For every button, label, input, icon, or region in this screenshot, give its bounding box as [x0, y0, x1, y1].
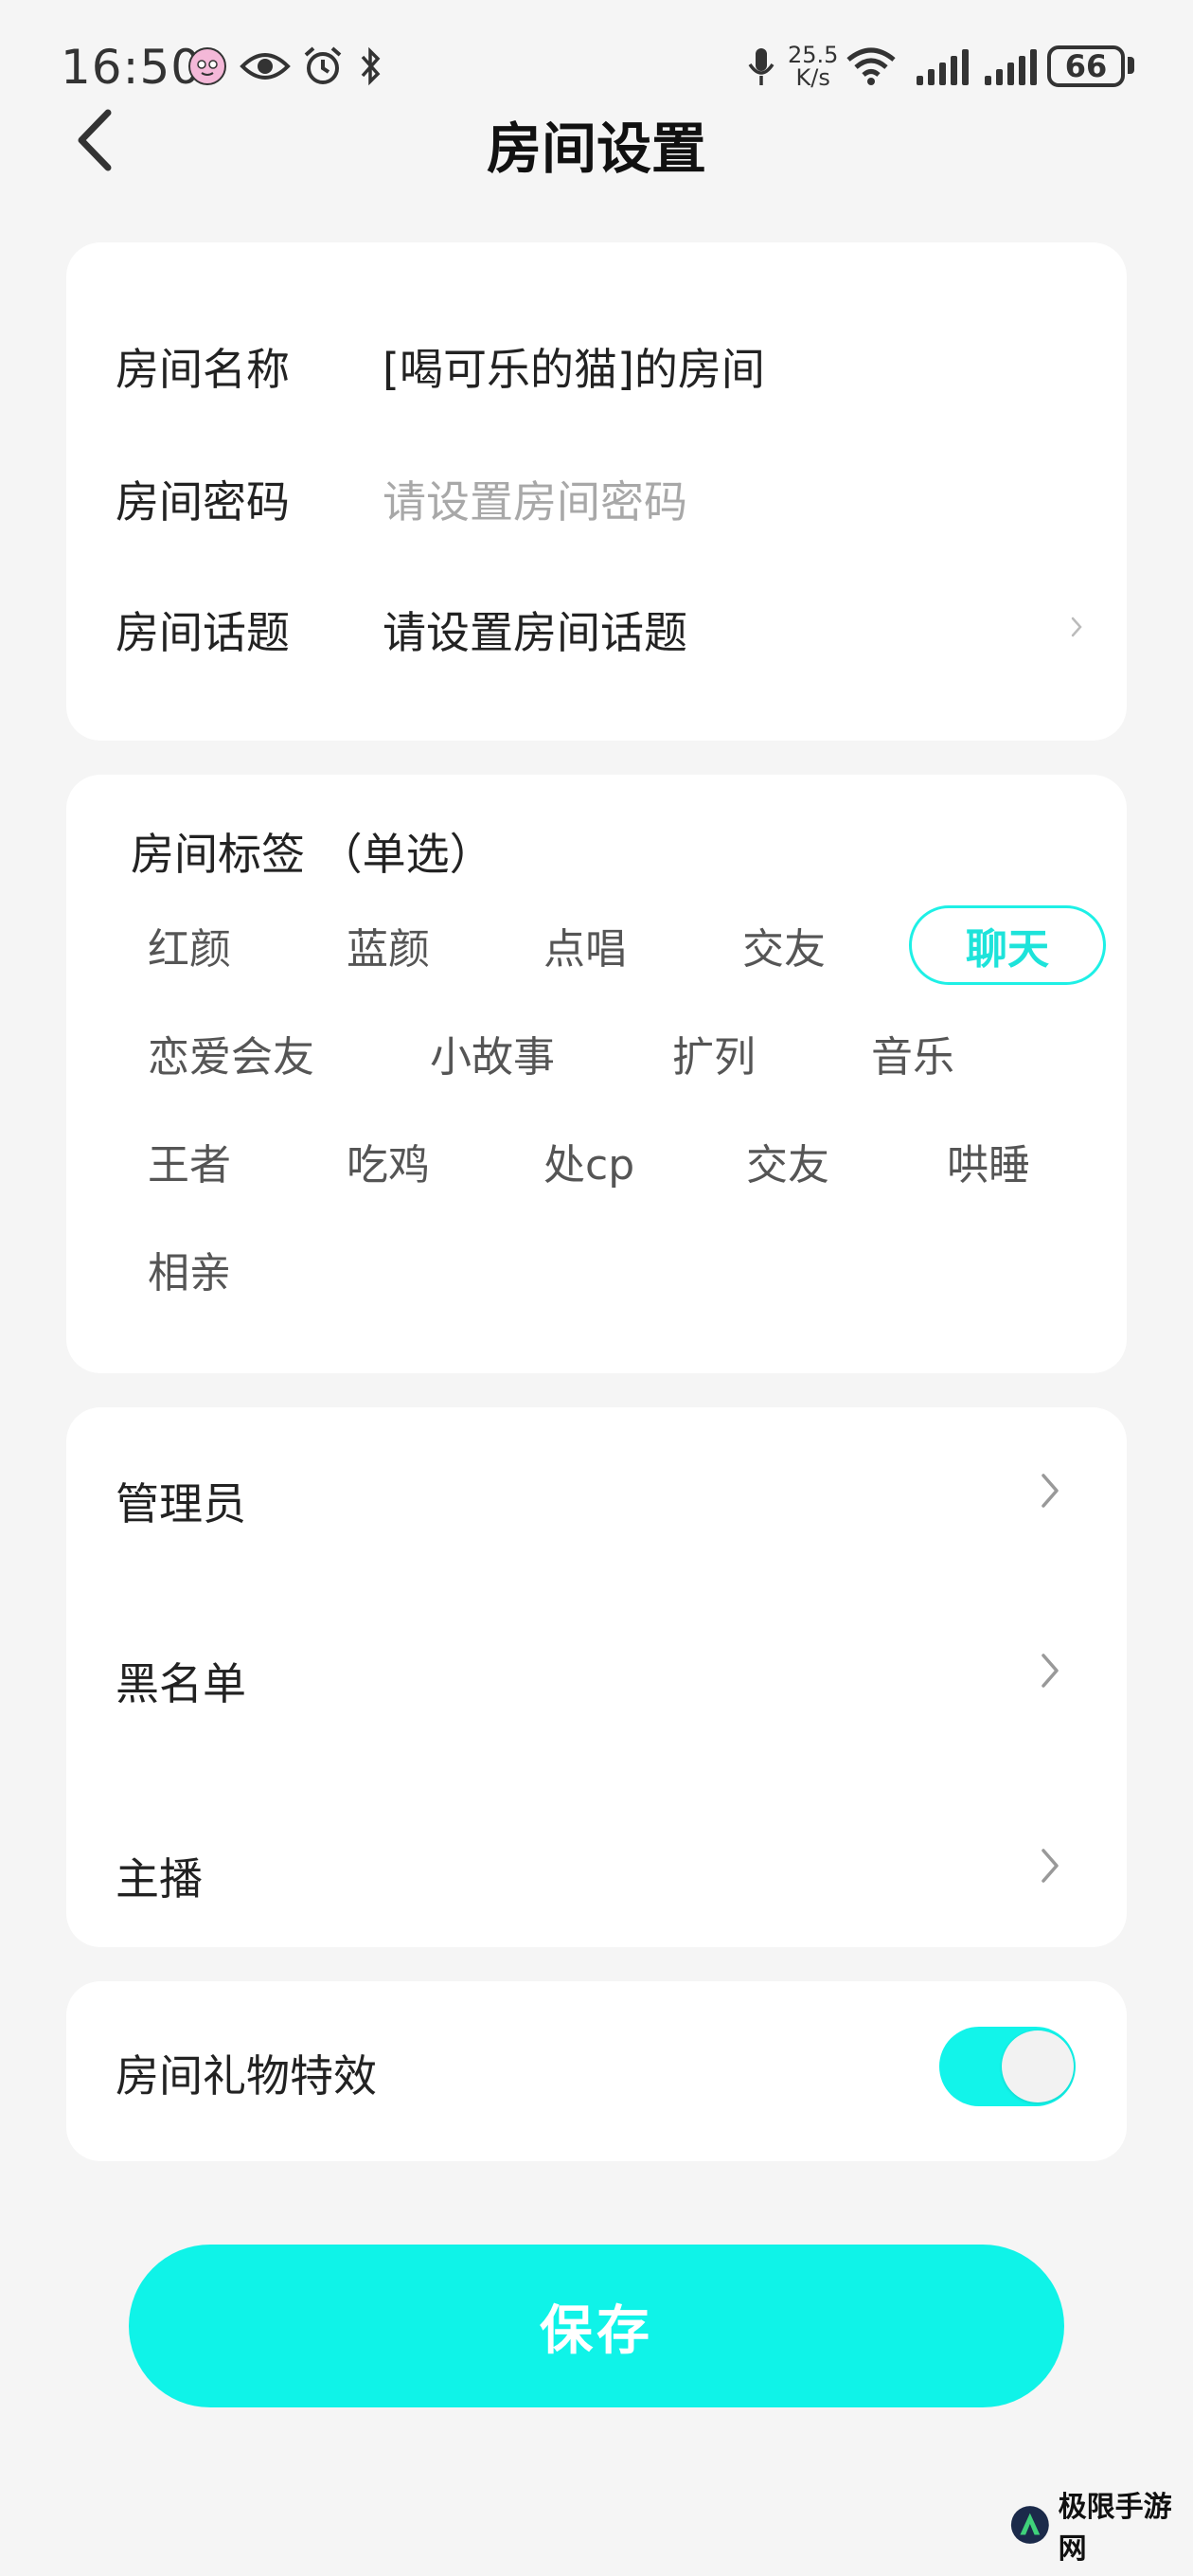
blacklist-row[interactable]: 黑名单: [66, 1604, 1127, 1746]
tag-item[interactable]: 恋爱会友: [148, 1013, 314, 1093]
chevron-right-icon: [1071, 617, 1082, 637]
room-info-card: 房间名称 [喝可乐的猫]的房间 房间密码 请设置房间密码 房间话题 请设置房间话…: [66, 242, 1127, 741]
tag-item[interactable]: 扩列: [672, 1013, 756, 1093]
tag-item[interactable]: 蓝颜: [347, 905, 430, 985]
blacklist-label: 黑名单: [116, 1658, 246, 1709]
wifi-icon: [845, 42, 898, 91]
eye-icon: [239, 42, 292, 91]
watermark-logo-icon: [1010, 2506, 1049, 2544]
tag-item[interactable]: 交友: [742, 905, 826, 985]
admin-label: 管理员: [116, 1478, 246, 1530]
battery-indicator: 66: [1047, 45, 1125, 87]
admin-row[interactable]: 管理员: [66, 1424, 1127, 1566]
gift-effects-card: 房间礼物特效: [66, 1981, 1127, 2161]
anchor-label: 主播: [116, 1853, 203, 1905]
room-password-label: 房间密码: [116, 476, 290, 528]
tag-item[interactable]: 王者: [148, 1121, 231, 1201]
tag-item[interactable]: 交友: [746, 1121, 829, 1201]
signal-icon: [985, 47, 1037, 85]
room-name-label: 房间名称: [116, 344, 290, 395]
microphone-icon: [742, 42, 780, 91]
room-topic-label: 房间话题: [116, 607, 290, 658]
chevron-right-icon: [1042, 1654, 1059, 1688]
tag-item[interactable]: 小故事: [430, 1013, 555, 1093]
tag-item[interactable]: 点唱: [543, 905, 627, 985]
tag-item[interactable]: 吃鸡: [347, 1121, 430, 1201]
tag-item-selected[interactable]: 聊天: [909, 905, 1106, 985]
chevron-right-icon: [1042, 1849, 1059, 1883]
bluetooth-icon: [354, 42, 386, 91]
room-name-input[interactable]: [喝可乐的猫]的房间: [383, 335, 765, 398]
page-title: 房间设置: [486, 116, 706, 181]
watermark-text: 极限手游网: [1058, 2491, 1172, 2566]
battery-tip: [1128, 57, 1134, 74]
room-tags-card: 房间标签 （单选） 红颜 蓝颜 点唱 交友 聊天 恋爱会友 小故事 扩列 音乐 …: [66, 775, 1127, 1373]
signal-icon: [917, 47, 969, 85]
tags-title: 房间标签 （单选）: [131, 829, 493, 880]
room-password-input[interactable]: 请设置房间密码: [383, 468, 687, 530]
tag-item[interactable]: 哄睡: [947, 1121, 1030, 1201]
gift-effects-label: 房间礼物特效: [116, 2050, 377, 2102]
status-time: 16:50: [61, 40, 203, 95]
gift-effects-toggle[interactable]: [939, 2027, 1076, 2106]
management-card: 管理员 黑名单 主播: [66, 1407, 1127, 1947]
tag-item[interactable]: 相亲: [148, 1229, 231, 1309]
toggle-knob: [1002, 2030, 1074, 2102]
chevron-right-icon: [1042, 1474, 1059, 1508]
tag-item[interactable]: 处cp: [543, 1121, 634, 1201]
watermark: 极限手游网: [1009, 2491, 1193, 2566]
room-topic-row[interactable]: 房间话题 请设置房间话题: [66, 574, 1127, 678]
save-button[interactable]: 保存: [129, 2245, 1064, 2407]
net-speed: 25.5 K/s: [788, 42, 839, 91]
alarm-icon: [301, 42, 345, 91]
tag-item[interactable]: 音乐: [871, 1013, 954, 1093]
room-topic-value: 请设置房间话题: [383, 607, 687, 658]
app-avatar-icon: [186, 42, 229, 91]
tag-item[interactable]: 红颜: [148, 905, 231, 985]
anchor-row[interactable]: 主播: [66, 1799, 1127, 1941]
